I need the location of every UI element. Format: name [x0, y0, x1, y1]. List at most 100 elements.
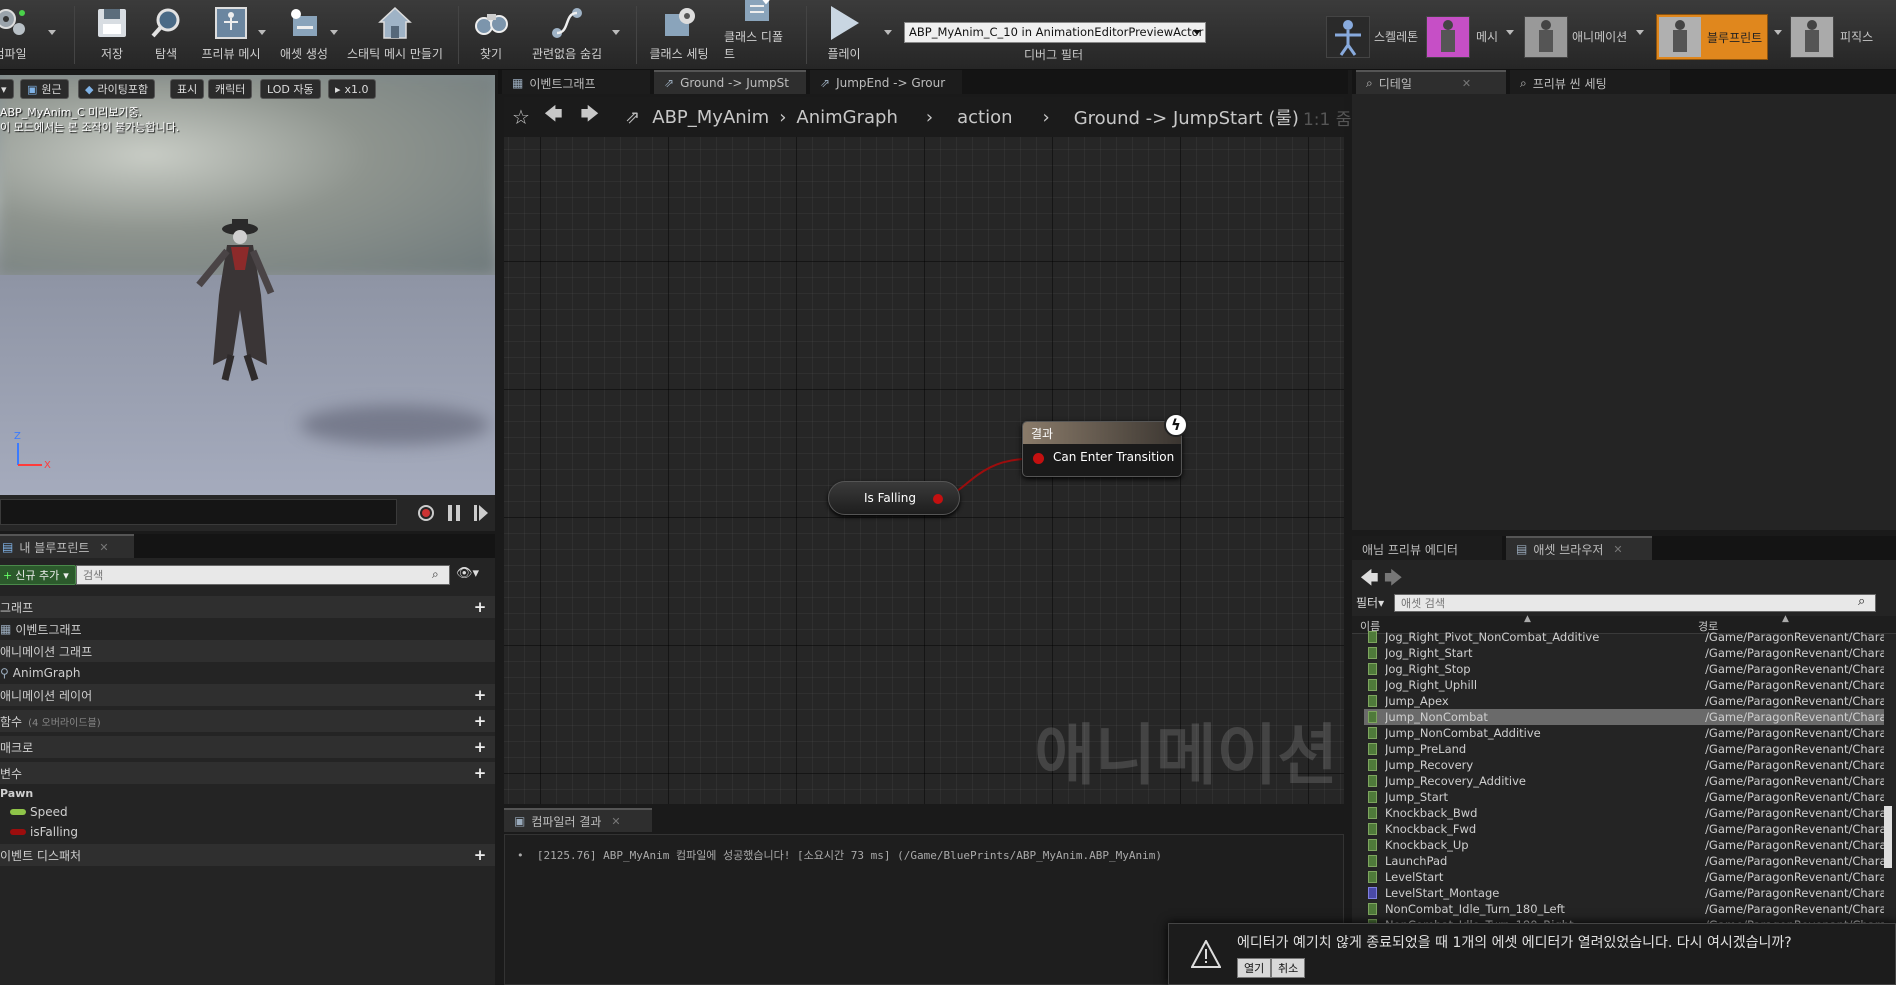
debug-object-select[interactable]: ABP_MyAnim_C_10 in AnimationEditorPrevie…: [904, 22, 1206, 43]
eye-icon[interactable]: 👁▾: [456, 566, 479, 581]
asset-row[interactable]: Jump_NonCombat_Additive/Game/ParagonReve…: [1364, 725, 1884, 741]
add-macro-icon[interactable]: +: [473, 740, 487, 755]
filter-button[interactable]: 필터▾: [1356, 594, 1384, 611]
blueprint-mode-dropdown-icon[interactable]: [1774, 30, 1782, 35]
step-forward-icon[interactable]: [474, 505, 488, 524]
add-graph-icon[interactable]: +: [473, 600, 487, 615]
add-variable-icon[interactable]: +: [473, 766, 487, 781]
close-icon[interactable]: ✕: [1613, 543, 1622, 556]
tab-details[interactable]: ⌕ 디테일 ✕: [1356, 70, 1506, 94]
play-button[interactable]: 플레이: [816, 4, 872, 66]
add-function-icon[interactable]: +: [473, 714, 487, 729]
section-macros[interactable]: 매크로 +: [0, 736, 495, 758]
asset-row[interactable]: Jump_PreLand/Game/ParagonRevenant/Chara: [1364, 741, 1884, 757]
asset-row[interactable]: LaunchPad/Game/ParagonRevenant/Chara: [1364, 853, 1884, 869]
create-asset-dropdown-icon[interactable]: [330, 30, 338, 35]
lod-button[interactable]: LOD 자동: [260, 79, 321, 99]
compile-dropdown-icon[interactable]: [48, 30, 56, 35]
blueprint-mode-button[interactable]: 블루프린트: [1656, 14, 1768, 60]
play-dropdown-icon[interactable]: [884, 30, 892, 35]
physics-mode-label[interactable]: 피직스: [1840, 28, 1873, 45]
show-button[interactable]: 표시: [170, 79, 205, 99]
asset-row[interactable]: Jog_Right_Start/Game/ParagonRevenant/Cha…: [1364, 645, 1884, 661]
asset-row[interactable]: Jump_NonCombat/Game/ParagonRevenant/Char…: [1364, 709, 1884, 725]
skeleton-mode-icon[interactable]: [1326, 16, 1370, 58]
breadcrumb-item-2[interactable]: AnimGraph: [796, 107, 897, 128]
preview-mesh-button[interactable]: 프리뷰 메시: [196, 4, 266, 66]
close-icon[interactable]: ✕: [611, 815, 620, 828]
animation-mode-label[interactable]: 애니메이션: [1572, 28, 1627, 45]
asset-row[interactable]: Knockback_Fwd/Game/ParagonRevenant/Chara: [1364, 821, 1884, 837]
asset-row[interactable]: Jog_Right_Stop/Game/ParagonRevenant/Char…: [1364, 661, 1884, 677]
compile-button[interactable]: 컴파일: [0, 4, 34, 66]
asset-row[interactable]: NonCombat_Idle_Turn_180_Left/Game/Parago…: [1364, 901, 1884, 917]
timeline-scrubber[interactable]: [0, 499, 397, 525]
perspective-button[interactable]: ▣ 원근: [20, 79, 69, 99]
asset-row[interactable]: Jump_Recovery_Additive/Game/ParagonReven…: [1364, 773, 1884, 789]
mesh-mode-icon[interactable]: [1426, 16, 1470, 58]
pause-icon[interactable]: [448, 505, 460, 521]
section-anim-layers[interactable]: 애니메이션 레이어 +: [0, 684, 495, 706]
blueprint-search-input[interactable]: [76, 565, 450, 585]
mesh-mode-dropdown-icon[interactable]: [1506, 30, 1514, 35]
star-icon[interactable]: ☆: [512, 105, 530, 129]
forward-arrow-icon[interactable]: 🡆: [581, 102, 600, 132]
variable-speed[interactable]: Speed: [0, 802, 495, 822]
hide-unrelated-button[interactable]: 관련없음 숨김: [526, 4, 608, 66]
create-asset-button[interactable]: 애셋 생성: [272, 4, 336, 66]
add-dispatcher-icon[interactable]: +: [473, 848, 487, 863]
asset-row[interactable]: Jog_Right_Pivot_NonCombat_Additive/Game/…: [1364, 629, 1884, 645]
asset-row[interactable]: Jog_Right_Uphill/Game/ParagonRevenant/Ch…: [1364, 677, 1884, 693]
section-variables[interactable]: 변수 +: [0, 762, 495, 784]
asset-row[interactable]: Jump_Recovery/Game/ParagonRevenant/Chara: [1364, 757, 1884, 773]
save-button[interactable]: 저장: [88, 4, 136, 66]
add-new-button[interactable]: + 신규 추가 ▾: [0, 565, 76, 585]
asset-row[interactable]: Jump_Start/Game/ParagonRevenant/Chara: [1364, 789, 1884, 805]
list-item-anim-graph[interactable]: ⚲ AnimGraph: [0, 662, 495, 684]
browse-button[interactable]: 탐색: [142, 4, 190, 66]
skeleton-mode-label[interactable]: 스켈레톤: [1374, 28, 1418, 45]
viewport-menu-icon[interactable]: ▾: [0, 79, 14, 99]
forward-arrow-icon[interactable]: 🡆: [1384, 566, 1403, 596]
preview-viewport[interactable]: ▾ ▣ 원근 ◆ 라이팅포함 표시 캐릭터 LOD 자동 ▸ x1.0 ABP_MyA…: [0, 75, 495, 495]
make-static-mesh-button[interactable]: 스태틱 메시 만들기: [346, 4, 444, 66]
section-functions[interactable]: 함수 (4 오버라이드블) +: [0, 710, 495, 732]
preview-mesh-dropdown-icon[interactable]: [258, 30, 266, 35]
breadcrumb-item-1[interactable]: ABP_MyAnim: [652, 107, 769, 128]
asset-row[interactable]: Jump_Apex/Game/ParagonRevenant/Chara: [1364, 693, 1884, 709]
find-button[interactable]: 찾기: [466, 4, 516, 66]
tab-asset-browser[interactable]: ▤ 애셋 브라우저 ✕: [1506, 536, 1652, 560]
tab-ground-jump[interactable]: ⇗ Ground -> JumpSt: [654, 70, 806, 94]
tab-my-blueprint[interactable]: ▤ 내 블루프린트 ✕: [0, 534, 134, 558]
variable-isfalling[interactable]: isFalling: [0, 822, 495, 842]
asset-row[interactable]: Knockback_Up/Game/ParagonRevenant/Chara: [1364, 837, 1884, 853]
asset-row[interactable]: Knockback_Bwd/Game/ParagonRevenant/Chara: [1364, 805, 1884, 821]
lighting-button[interactable]: ◆ 라이팅포함: [78, 79, 156, 99]
section-anim-graphs[interactable]: 애니메이션 그래프: [0, 640, 495, 662]
section-graphs[interactable]: 그래프 +: [0, 596, 495, 618]
asset-row[interactable]: LevelStart/Game/ParagonRevenant/Chara: [1364, 869, 1884, 885]
class-settings-button[interactable]: 클래스 세팅: [646, 4, 712, 66]
bool-input-pin[interactable]: [1033, 453, 1044, 464]
tab-preview-scene[interactable]: ⌕ 프리뷰 씬 세팅: [1510, 70, 1670, 94]
open-button[interactable]: 열기: [1237, 958, 1272, 978]
breadcrumb-item-4[interactable]: Ground -> JumpStart (룰): [1074, 104, 1299, 130]
character-button[interactable]: 캐릭터: [208, 79, 253, 99]
tab-event-graph[interactable]: ▦ 이벤트그래프: [502, 70, 650, 94]
back-arrow-icon[interactable]: 🡄: [544, 102, 563, 132]
result-node[interactable]: 결과 Can Enter Transition: [1022, 421, 1182, 477]
mesh-mode-label[interactable]: 메시: [1476, 28, 1498, 45]
cancel-button[interactable]: 취소: [1271, 958, 1306, 978]
close-icon[interactable]: ✕: [1462, 77, 1471, 90]
animation-mode-dropdown-icon[interactable]: [1636, 30, 1644, 35]
record-button[interactable]: [418, 505, 434, 521]
back-arrow-icon[interactable]: 🡄: [1360, 566, 1379, 596]
list-item-event-graph[interactable]: ▦ 이벤트그래프: [0, 618, 495, 640]
add-layer-icon[interactable]: +: [473, 688, 487, 703]
section-event-dispatchers[interactable]: 이벤트 디스패처 +: [0, 844, 495, 866]
asset-row[interactable]: LevelStart_Montage/Game/ParagonRevenant/…: [1364, 885, 1884, 901]
bool-output-pin[interactable]: [933, 494, 943, 504]
class-defaults-button[interactable]: 클래스 디폴트: [724, 0, 794, 66]
tab-jumpend-ground[interactable]: ⇗ JumpEnd -> Grour: [810, 70, 962, 94]
close-icon[interactable]: ✕: [99, 541, 108, 554]
